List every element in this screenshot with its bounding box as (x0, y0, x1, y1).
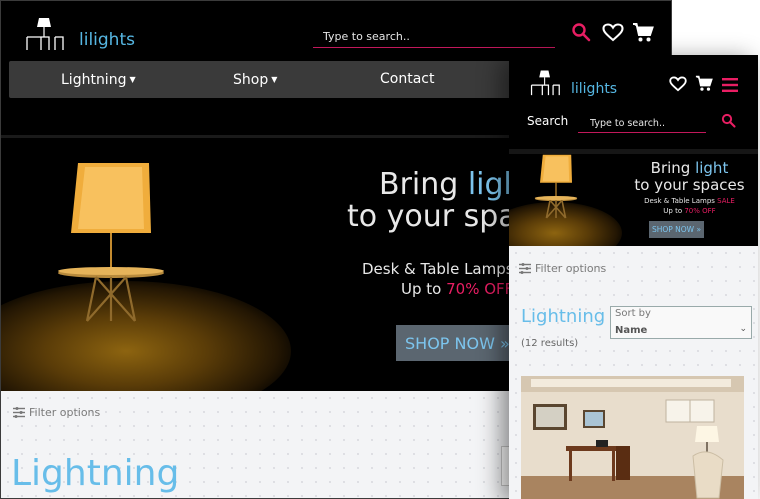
cart-icon[interactable] (695, 75, 713, 96)
nav-item-label: Contact (380, 71, 435, 87)
search-bar[interactable] (313, 25, 555, 48)
floor-lamp-image (534, 154, 578, 219)
search-bar[interactable] (578, 111, 706, 134)
page-title: Lightning (521, 306, 606, 327)
lamp-logo-icon (530, 67, 570, 97)
shop-now-button[interactable]: SHOP NOW » (649, 221, 704, 238)
mobile-header: lilights Search (509, 55, 758, 149)
nav-item-contact[interactable]: Contact (380, 61, 434, 98)
nav-item-label: Shop (233, 72, 269, 88)
search-icon[interactable] (721, 113, 736, 132)
nav-item-label: Lightning (61, 72, 127, 88)
room-photo (521, 376, 744, 499)
page-title: Lightning (11, 453, 180, 494)
hero-subtext: Desk & Table Lamps Up to 70% OFF (362, 260, 514, 298)
hero-line2: to your spa (347, 199, 517, 234)
cart-icon[interactable] (632, 22, 654, 47)
brand-logo[interactable]: lilights (25, 15, 135, 51)
chevron-down-icon: ⌄ (739, 324, 747, 334)
nav-item-lightning[interactable]: Lightning ▼ (61, 61, 136, 98)
sort-label: Sort by (615, 308, 651, 319)
heart-icon[interactable] (669, 76, 687, 96)
sort-value: Name (615, 325, 648, 336)
hero-heading: Bring light to your spaces (634, 159, 745, 194)
product-card-image[interactable] (521, 376, 744, 499)
brand-name: lilights (79, 30, 135, 50)
lamp-logo-icon (25, 15, 77, 51)
hero-subtext: Desk & Table Lamps SALE Up to 70% OFF (644, 197, 735, 215)
search-input[interactable] (313, 25, 555, 48)
filter-options-label: Filter options (535, 262, 607, 275)
results-count: (12 results) (521, 338, 579, 349)
mobile-mockup: lilights Search Bring light (509, 55, 758, 499)
filter-options-label: Filter options (29, 406, 101, 419)
listing-section: Filter options Lightning (12 results) So… (509, 246, 758, 499)
hero-heading: Bring ligh to your spa (347, 169, 523, 233)
sort-select[interactable]: Sort by Name ⌄ (610, 306, 752, 339)
filter-options-toggle[interactable]: Filter options (13, 406, 100, 419)
nav-item-shop[interactable]: Shop ▼ (233, 61, 277, 98)
filter-options-toggle[interactable]: Filter options (519, 262, 606, 275)
floor-lamp-image (58, 163, 164, 322)
heart-icon[interactable] (602, 23, 624, 46)
filter-icon (519, 263, 531, 274)
hero-line1: Bring ligh (379, 167, 523, 202)
caret-down-icon: ▼ (129, 75, 136, 84)
hero-banner: Bring light to your spaces Desk & Table … (509, 154, 758, 246)
brand-name: lilights (571, 81, 618, 97)
filter-icon (13, 407, 25, 418)
hamburger-icon[interactable] (722, 77, 738, 96)
caret-down-icon: ▼ (271, 75, 278, 84)
brand-logo[interactable]: lilights (530, 67, 617, 97)
search-input[interactable] (578, 113, 706, 134)
search-icon[interactable] (571, 22, 591, 46)
search-label: Search (527, 114, 569, 128)
